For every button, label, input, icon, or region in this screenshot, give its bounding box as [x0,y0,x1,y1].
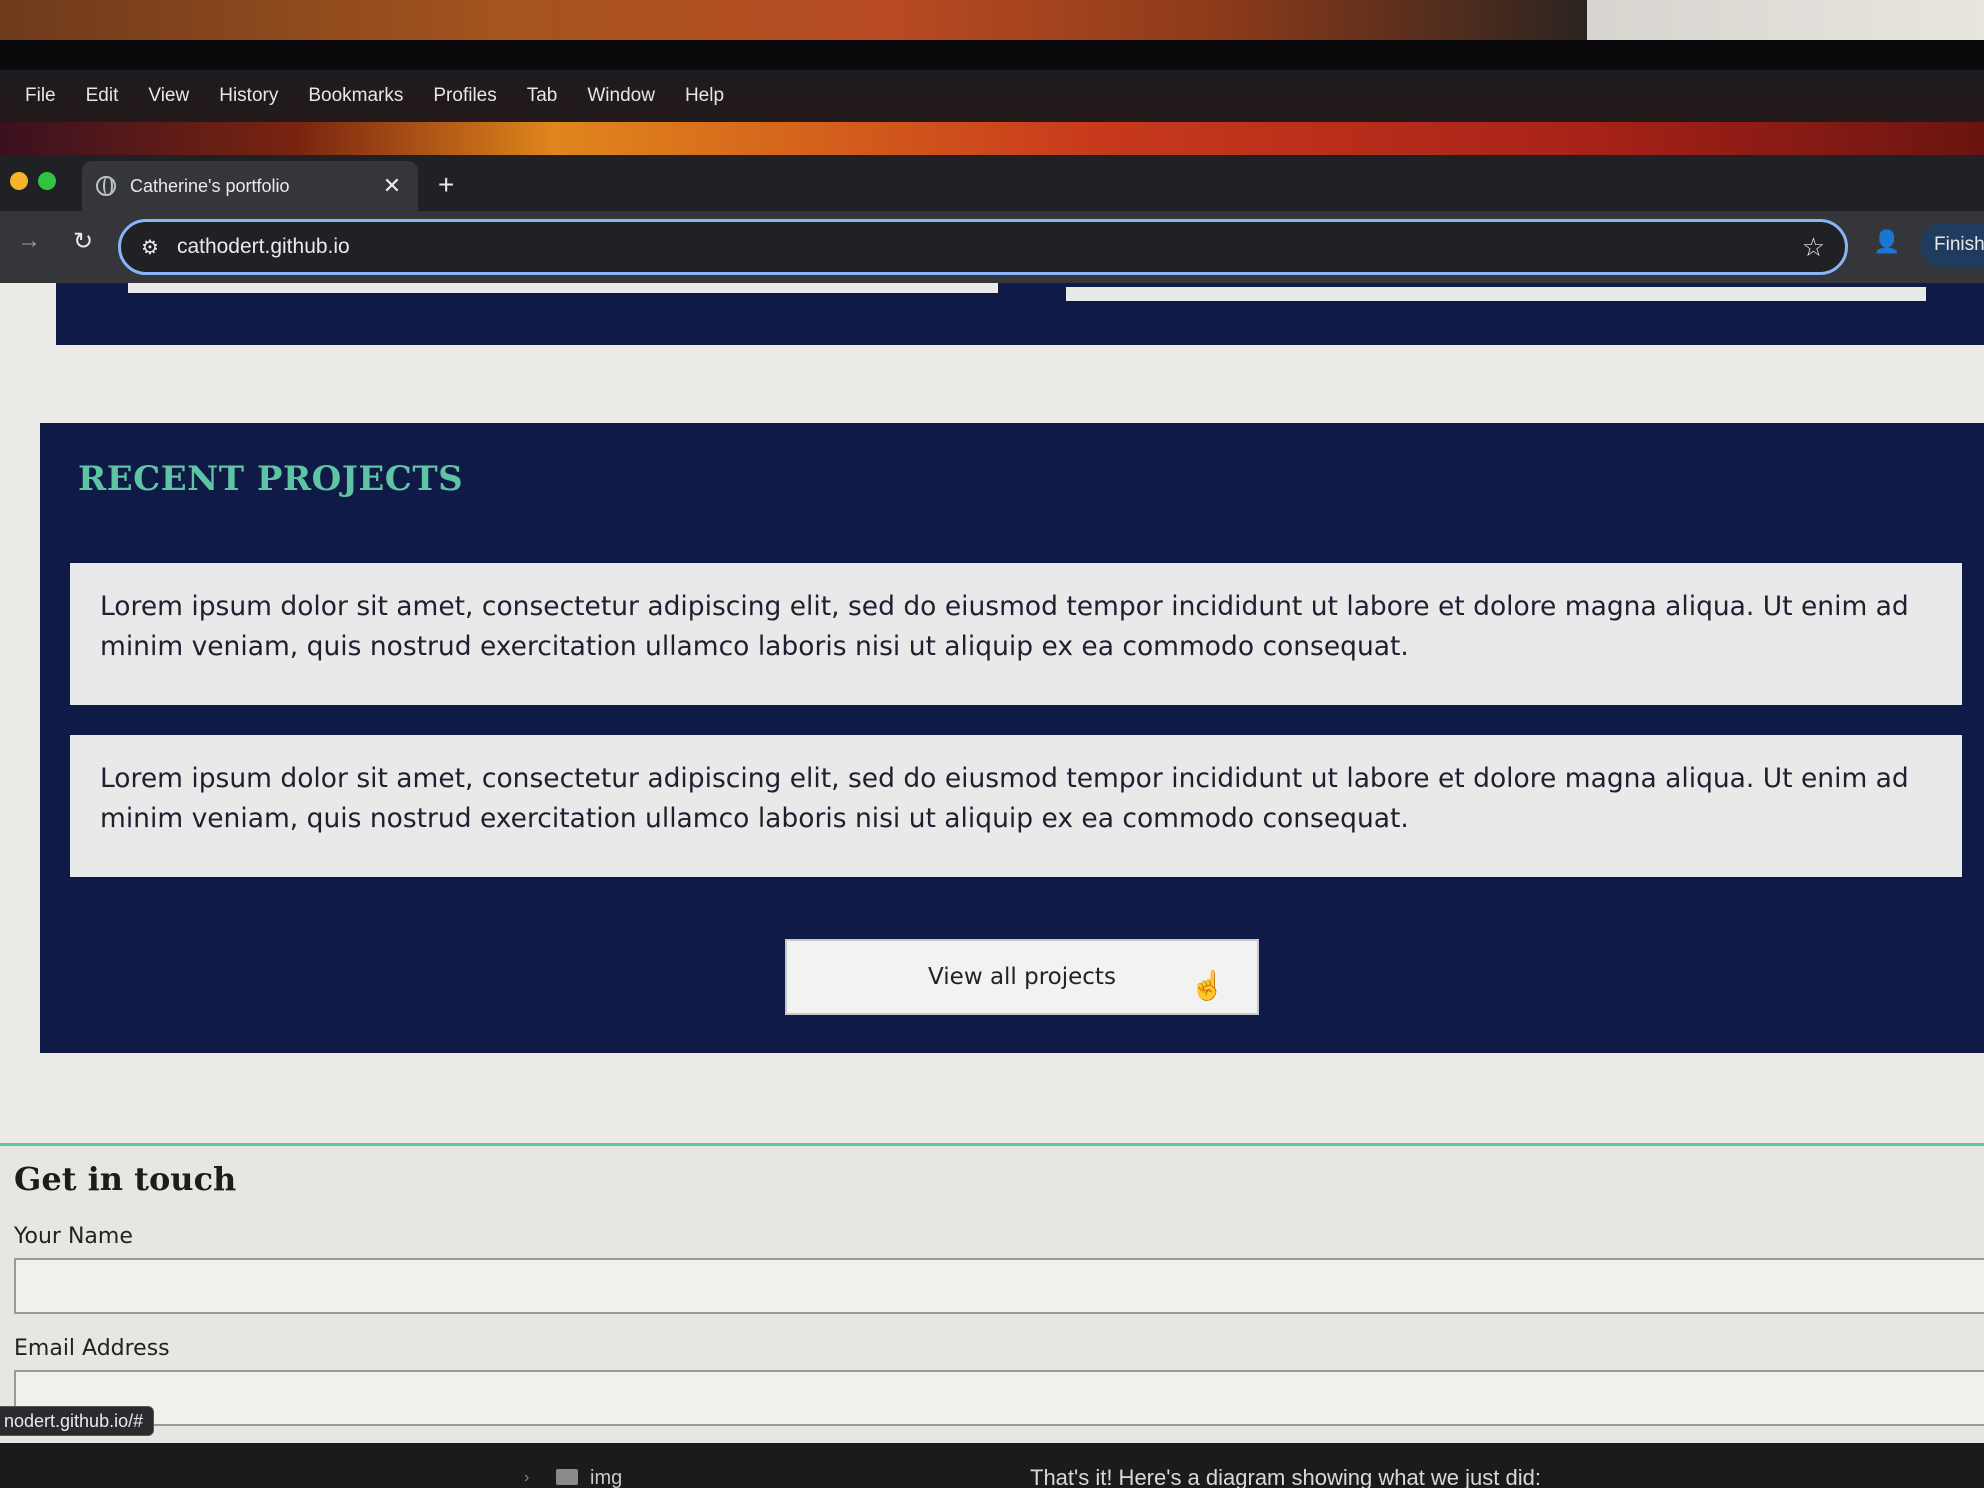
background-window: › img That's it! Here's a diagram showin… [0,1443,1984,1488]
recent-projects-section: RECENT PROJECTS Lorem ipsum dolor sit am… [40,423,1984,1053]
menu-profiles[interactable]: Profiles [418,85,511,107]
tab-title: Catherine's portfolio [130,175,290,196]
menu-bookmarks[interactable]: Bookmarks [293,85,418,107]
new-tab-button[interactable]: + [438,169,454,201]
macos-menu-bar: File Edit View History Bookmarks Profile… [0,70,1984,122]
reload-icon[interactable]: ↻ [66,227,100,256]
forward-arrow-icon[interactable]: → [12,227,46,255]
project-card: Lorem ipsum dolor sit amet, consectetur … [70,735,1962,877]
view-all-projects-button[interactable]: View all projects [785,939,1259,1015]
folder-icon [556,1469,578,1485]
profile-icon[interactable]: 👤 [1872,229,1902,259]
folder-name: img [590,1467,623,1488]
chat-text: That's it! Here's a diagram showing what… [1030,1465,1541,1488]
name-label: Your Name [14,1224,133,1249]
content-bar [128,283,998,293]
menu-view[interactable]: View [133,85,204,107]
zoom-button[interactable] [38,172,56,190]
tab-strip: Catherine's portfolio ✕ + [0,155,1984,211]
email-label: Email Address [14,1336,170,1361]
content-bar [1066,287,1926,301]
contact-section: Get in touch Your Name Email Address [0,1143,1984,1443]
menu-edit[interactable]: Edit [71,85,134,107]
status-bubble: nodert.github.io/# [0,1406,155,1436]
globe-icon [96,176,116,196]
menu-file[interactable]: File [10,85,71,107]
finish-update-button[interactable]: Finish [1920,223,1984,267]
contact-heading: Get in touch [14,1160,237,1198]
chevron-right-icon: › [524,1469,530,1486]
page-viewport: RECENT PROJECTS Lorem ipsum dolor sit am… [0,283,1984,1443]
tab-catherines-portfolio[interactable]: Catherine's portfolio ✕ [82,161,418,211]
address-bar[interactable]: ⚙ cathodert.github.io ☆ [118,219,1848,275]
name-input[interactable] [14,1258,1984,1314]
previous-section [56,283,1984,345]
project-card: Lorem ipsum dolor sit amet, consectetur … [70,563,1962,705]
close-tab-icon[interactable]: ✕ [380,173,404,199]
menu-history[interactable]: History [204,85,293,107]
section-heading: RECENT PROJECTS [78,459,464,499]
hand-cursor-icon: ☝ [1190,970,1225,1001]
url-text[interactable]: cathodert.github.io [177,235,1802,259]
monitor-bezel [0,40,1984,70]
menu-help[interactable]: Help [670,85,739,107]
background-photo [0,0,1984,70]
browser-chrome: Catherine's portfolio ✕ + → ↻ ⚙ cathoder… [0,155,1984,283]
menu-tab[interactable]: Tab [512,85,573,107]
email-input[interactable] [14,1370,1984,1426]
minimize-button[interactable] [10,172,28,190]
menu-window[interactable]: Window [572,85,670,107]
site-settings-icon[interactable]: ⚙ [141,235,159,260]
browser-toolbar: → ↻ ⚙ cathodert.github.io ☆ 👤 Finish [0,211,1984,283]
bookmark-star-icon[interactable]: ☆ [1802,232,1825,263]
